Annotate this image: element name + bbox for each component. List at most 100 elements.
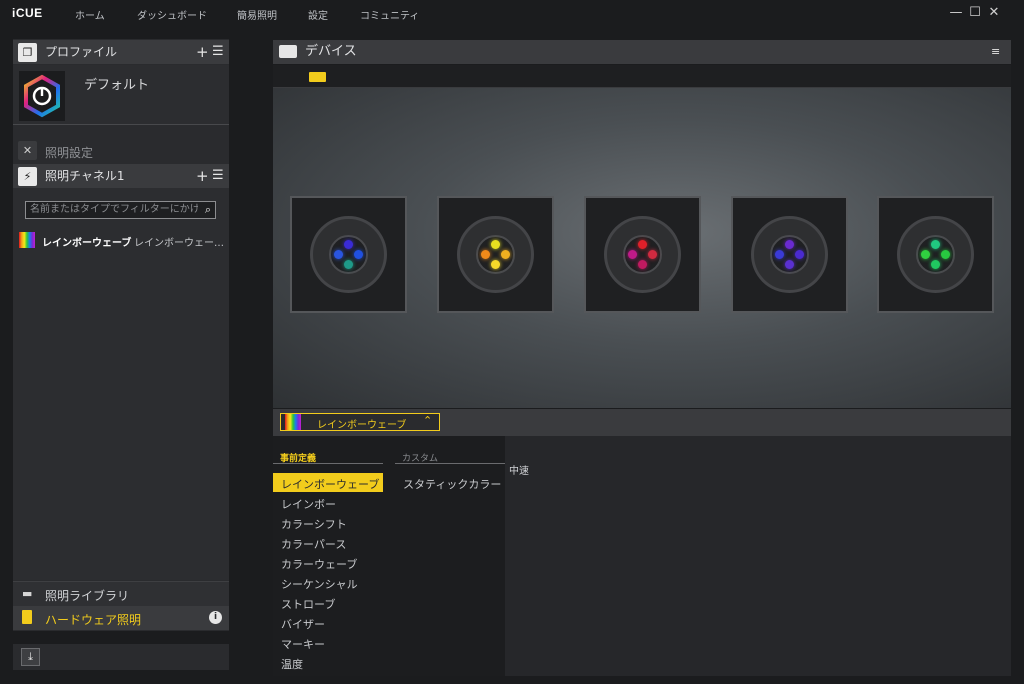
- custom-effect-static[interactable]: スタティックカラー: [403, 476, 501, 492]
- led: [931, 260, 940, 269]
- effect-sequential[interactable]: シーケンシャル: [281, 576, 358, 592]
- search-icon[interactable]: ⌕: [205, 202, 211, 218]
- copy-icon: ❐: [18, 43, 37, 62]
- effect-name: レインボーウェーブ: [42, 238, 132, 249]
- fan-body: [751, 216, 828, 293]
- lightning-icon: ⚡: [18, 167, 37, 186]
- led: [775, 250, 784, 259]
- effect-dropdown[interactable]: レインボーウェーブ ⌃: [280, 413, 440, 431]
- led: [354, 250, 363, 259]
- info-icon[interactable]: i: [209, 611, 222, 624]
- effect-color-pulse[interactable]: カラーパース: [281, 536, 346, 552]
- lighting-settings-row[interactable]: ✕ 照明設定: [13, 139, 229, 163]
- bottom-bar: ⤓: [13, 644, 229, 670]
- add-effect-icon[interactable]: +: [196, 164, 209, 188]
- fan-2[interactable]: [437, 196, 554, 313]
- fan-body: [310, 216, 387, 293]
- fan-1[interactable]: [290, 196, 407, 313]
- close-button[interactable]: ✕: [986, 5, 1002, 21]
- effect-marquee[interactable]: マーキー: [281, 636, 325, 652]
- led: [481, 250, 490, 259]
- led: [941, 250, 950, 259]
- effect-temperature[interactable]: 温度: [281, 656, 303, 672]
- selected-effect: レインボーウェーブ: [317, 420, 407, 431]
- fan-3[interactable]: [584, 196, 701, 313]
- fan-hub: [329, 235, 368, 274]
- led: [785, 260, 794, 269]
- search-placeholder: 名前またはタイプでフィルターにかける: [30, 204, 198, 215]
- title-bar: iCUE ホーム ダッシュボード 簡易照明 設定 コミュニティ — ☐ ✕: [0, 0, 1024, 26]
- rainbow-swatch-icon: [19, 232, 35, 248]
- led: [344, 240, 353, 249]
- channel-menu-icon[interactable]: ☰: [212, 164, 224, 188]
- effect-rainbow-wave[interactable]: レインボーウェーブ: [281, 476, 379, 492]
- effect-list-item[interactable]: レインボーウェーブ レインボーウェー…: [13, 230, 229, 250]
- effect-type: レインボーウェー…: [134, 238, 224, 249]
- led: [795, 250, 804, 259]
- fan-hub: [916, 235, 955, 274]
- lighting-settings-title: 照明設定: [45, 146, 94, 160]
- chevron-up-icon: ⌃: [423, 414, 433, 427]
- nav-community[interactable]: コミュニティ: [360, 7, 419, 22]
- nav-dashboard[interactable]: ダッシュボード: [137, 7, 207, 22]
- fan-hub: [623, 235, 662, 274]
- nav-settings[interactable]: 設定: [308, 7, 328, 22]
- effect-strobe[interactable]: ストローブ: [281, 596, 335, 612]
- led: [344, 260, 353, 269]
- led: [491, 260, 500, 269]
- speed-label: 中速: [509, 466, 529, 477]
- hardware-lighting-title: ハードウェア照明: [45, 613, 142, 627]
- led: [648, 250, 657, 259]
- library-title: 照明ライブラリ: [45, 589, 130, 603]
- led: [628, 250, 637, 259]
- profile-avatar: [19, 71, 65, 121]
- fan-hub: [476, 235, 515, 274]
- fan-body: [457, 216, 534, 293]
- profile-name: デフォルト: [84, 78, 150, 93]
- led: [785, 240, 794, 249]
- fan-5[interactable]: [877, 196, 994, 313]
- led: [638, 240, 647, 249]
- tab-divider: [273, 463, 383, 464]
- effect-visor[interactable]: バイザー: [281, 616, 325, 632]
- channel-header: ⚡ 照明チャネル1 + ☰: [13, 164, 229, 188]
- memory-icon: [22, 610, 32, 624]
- device-tab-bar: [273, 65, 1011, 88]
- fan-hub: [770, 235, 809, 274]
- profile-menu-icon[interactable]: ☰: [212, 40, 224, 64]
- effect-color-shift[interactable]: カラーシフト: [281, 516, 347, 532]
- led: [491, 240, 500, 249]
- effect-color-wave[interactable]: カラーウェーブ: [281, 556, 357, 572]
- led: [931, 240, 940, 249]
- list-icon[interactable]: ≡: [991, 40, 1000, 64]
- hardware-lighting-row[interactable]: ハードウェア照明 i: [13, 606, 229, 630]
- maximize-button[interactable]: ☐: [967, 5, 983, 21]
- profile-title: プロファイル: [45, 45, 118, 59]
- profile-item[interactable]: デフォルト: [13, 65, 229, 125]
- led: [334, 250, 343, 259]
- fan-body: [897, 216, 974, 293]
- channel-title: 照明チャネル1: [45, 169, 125, 183]
- profile-header: ❐ プロファイル + ☰: [13, 40, 229, 64]
- device-tab-memory-icon[interactable]: [309, 72, 326, 82]
- led: [501, 250, 510, 259]
- search-input[interactable]: 名前またはタイプでフィルターにかける ⌕: [25, 201, 216, 219]
- fan-4[interactable]: [731, 196, 848, 313]
- download-icon[interactable]: ⤓: [21, 648, 40, 666]
- fan-body: [604, 216, 681, 293]
- minimize-button[interactable]: —: [948, 5, 964, 21]
- library-row[interactable]: ▬ 照明ライブラリ: [13, 581, 229, 606]
- profile-logo-icon: [24, 74, 60, 118]
- nav-easy-lighting[interactable]: 簡易照明: [237, 7, 277, 22]
- add-profile-icon[interactable]: +: [196, 40, 209, 64]
- led: [921, 250, 930, 259]
- keyboard-icon: [279, 45, 297, 58]
- led: [638, 260, 647, 269]
- nav-home[interactable]: ホーム: [75, 7, 105, 22]
- tab-divider: [395, 463, 505, 464]
- folder-icon: ▬: [22, 587, 33, 600]
- devices-title: デバイス: [305, 44, 357, 59]
- app-logo: iCUE: [12, 6, 43, 20]
- rainbow-swatch-icon: [285, 414, 301, 430]
- effect-rainbow[interactable]: レインボー: [281, 496, 336, 512]
